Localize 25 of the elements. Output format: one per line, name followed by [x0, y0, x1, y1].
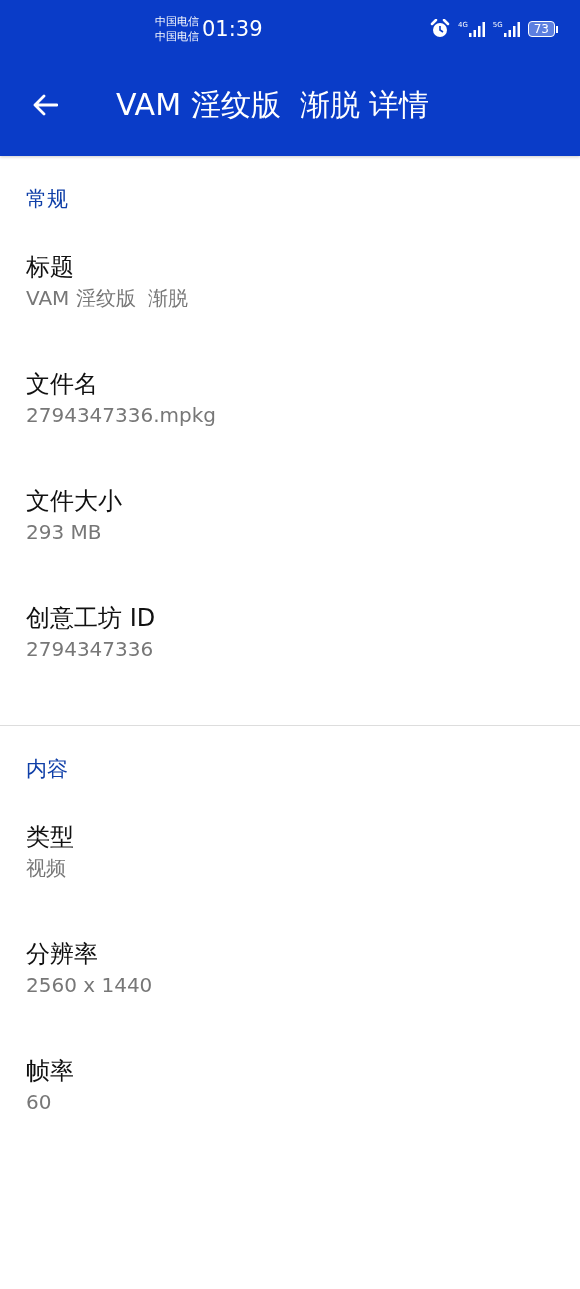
detail-value: VAM 淫纹版 渐脱 — [26, 285, 190, 312]
battery-level: 73 — [527, 21, 555, 37]
detail-value: 2794347336.mpkg — [26, 402, 218, 429]
detail-value: 2794347336 — [26, 636, 155, 663]
detail-label: 文件大小 — [26, 486, 123, 516]
detail-value: 2560 x 1440 — [26, 972, 154, 999]
detail-label: 文件名 — [26, 369, 99, 399]
carrier-label: 中国电信 — [155, 29, 199, 44]
clock-time: 01:39 — [202, 17, 263, 41]
section-header: 内容 — [26, 756, 69, 783]
detail-value: 60 — [26, 1089, 53, 1116]
detail-label: 分辨率 — [26, 939, 99, 969]
detail-label: 帧率 — [26, 1056, 75, 1086]
back-arrow-icon — [32, 94, 58, 116]
page-title: VAM 淫纹版 渐脱 详情 — [116, 85, 430, 124]
detail-label: 创意工坊 ID — [26, 603, 157, 633]
detail-label: 标题 — [26, 252, 75, 282]
detail-value: 293 MB — [26, 519, 103, 546]
carrier-label: 中国电信 — [155, 14, 199, 29]
alarm-icon — [429, 19, 450, 39]
signal-icon — [468, 21, 485, 37]
detail-value: 视频 — [26, 855, 67, 882]
section-header: 常规 — [26, 186, 69, 213]
detail-label: 类型 — [26, 822, 75, 852]
signal-icon — [503, 21, 520, 37]
